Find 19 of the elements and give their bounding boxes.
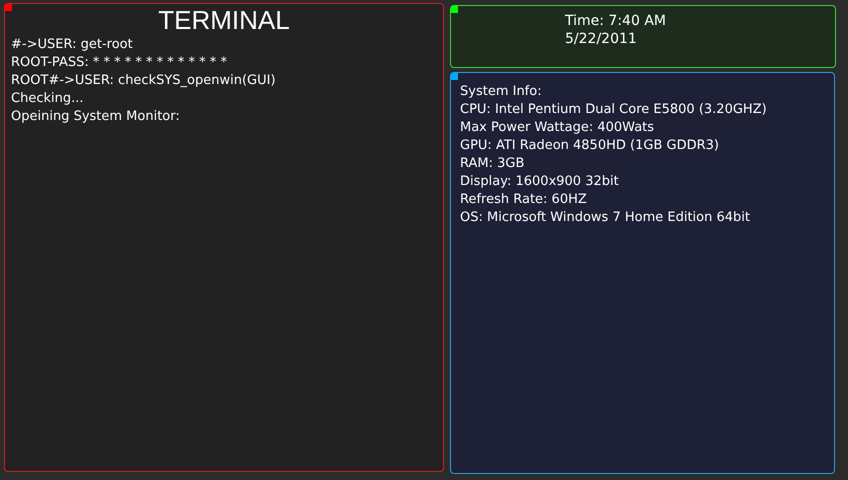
terminal-line: ROOT-PASS: * * * * * * * * * * * * *	[11, 54, 228, 72]
terminal-title: TERMINAL	[157, 4, 291, 36]
info-line: Refresh Rate: 60HZ	[460, 191, 588, 209]
date-text: 5/22/2011	[565, 30, 638, 48]
time-text: Time: 7:40 AM	[565, 12, 667, 30]
corner-square-icon	[451, 6, 458, 13]
info-line: System Info:	[460, 83, 543, 101]
terminal-line: Opeining System Monitor:	[11, 108, 181, 126]
terminal-line: ROOT#->USER: checkSYS_openwin(GUI)	[11, 72, 277, 90]
corner-square-icon	[451, 73, 458, 80]
info-line: CPU: Intel Pentium Dual Core E5800 (3.20GHZ)	[460, 101, 768, 119]
terminal-line: #->USER: get-root	[11, 36, 134, 54]
info-line: RAM: 3GB	[460, 155, 526, 173]
info-line: Max Power Wattage: 400Wats	[460, 119, 656, 137]
corner-square-icon	[5, 4, 12, 11]
info-line: Display: 1600x900 32bit	[460, 173, 620, 191]
terminal-line: Checking...	[11, 90, 84, 108]
info-line: GPU: ATI Radeon 4850HD (1GB GDDR3)	[460, 137, 720, 155]
info-line: OS: Microsoft Windows 7 Home Edition 64bit	[460, 209, 751, 227]
